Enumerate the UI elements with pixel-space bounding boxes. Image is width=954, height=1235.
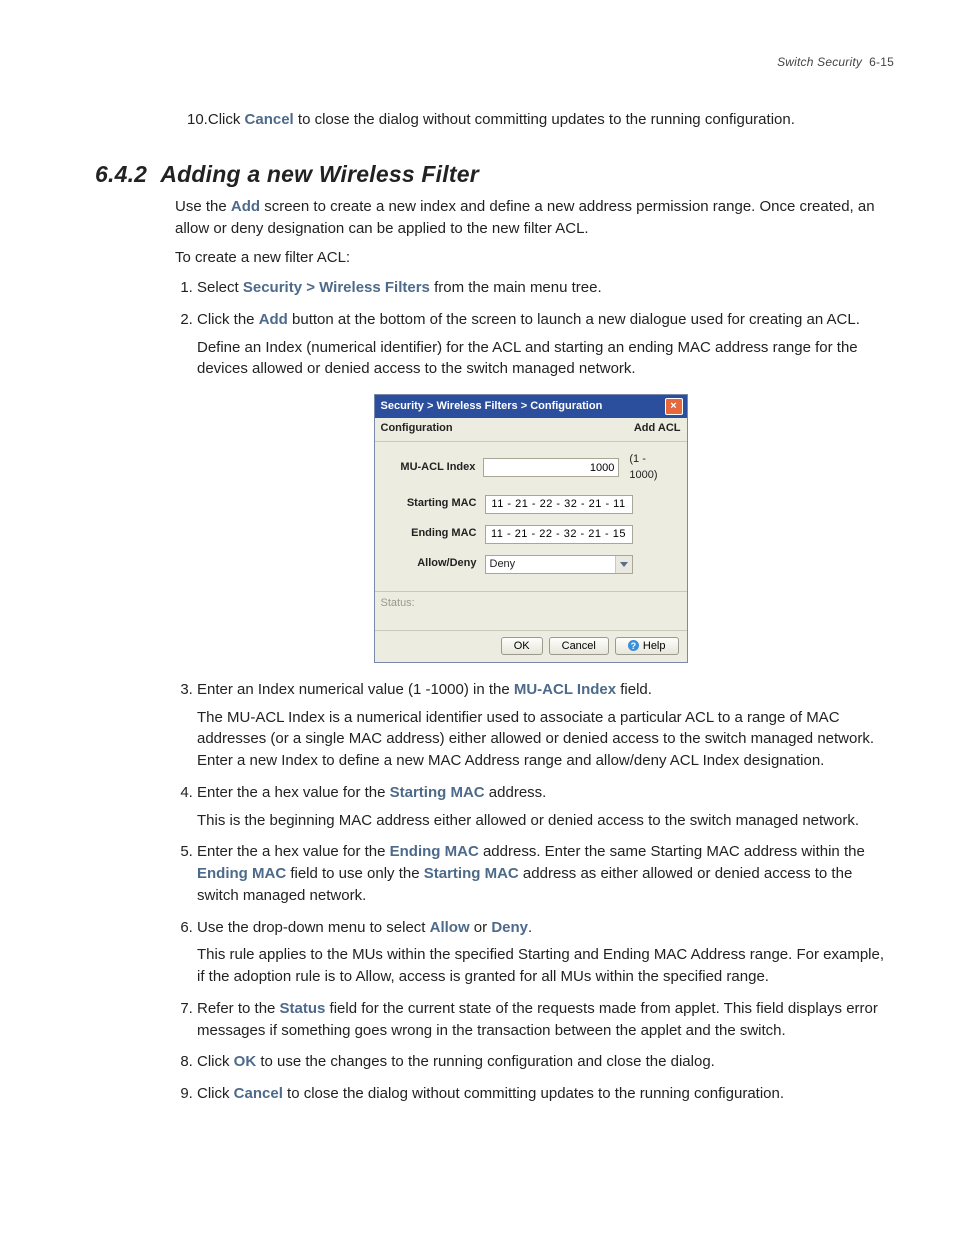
dialog-screenshot: Security > Wireless Filters > Configurat… [167,394,894,663]
dialog-buttons: OK Cancel ? Help [375,630,687,662]
section-heading: 6.4.2 Adding a new Wireless Filter [95,161,894,188]
close-icon[interactable]: × [665,398,683,415]
running-header-title: Switch Security [777,55,862,69]
section-num: 6.4.2 [95,161,147,187]
dialog-titlebar: Security > Wireless Filters > Configurat… [375,395,687,418]
ending-mac-input[interactable] [485,525,633,544]
prior-post: to close the dialog without committing u… [294,111,795,128]
prior-step-10: 10.Click Cancel to close the dialog with… [187,109,894,131]
ui-term: MU-ACL Index [514,681,616,698]
dialog-subheader: Configuration Add ACL [375,418,687,442]
step-7: Refer to the Status field for the curren… [197,998,894,1042]
index-range-hint: (1 - 1000) [619,452,676,484]
add-acl-dialog: Security > Wireless Filters > Configurat… [374,394,688,663]
section-title: Adding a new Wireless Filter [160,161,479,187]
running-header-page: 6-15 [869,55,894,69]
ui-term: Security > Wireless Filters [243,279,430,296]
allow-deny-select[interactable]: Deny [485,555,633,574]
status-label: Status: [381,597,415,609]
step-1: Select Security > Wireless Filters from … [197,277,894,299]
step-8: Click OK to use the changes to the runni… [197,1051,894,1073]
prior-num: 10. [187,111,208,128]
mu-acl-index-label: MU-ACL Index [385,460,484,476]
steps-list: Select Security > Wireless Filters from … [175,277,894,1105]
mu-acl-index-input[interactable] [483,458,619,477]
intro-lead: To create a new filter ACL: [175,247,894,269]
ui-term: Cancel [234,1085,283,1102]
subheader-left: Configuration [381,421,453,437]
starting-mac-label: Starting MAC [385,496,485,512]
running-header: Switch Security 6-15 [95,55,894,69]
allow-deny-label: Allow/Deny [385,556,485,572]
add-label: Add [231,198,260,215]
ui-term: Starting MAC [424,865,519,882]
cancel-button[interactable]: Cancel [549,637,609,655]
chevron-down-icon[interactable] [615,556,632,573]
ui-term: Add [259,311,288,328]
ui-term: Allow [430,919,470,936]
step-4: Enter the a hex value for the Starting M… [197,782,894,832]
ui-term: Status [280,1000,326,1017]
intro-paragraph: Use the Add screen to create a new index… [175,196,894,240]
help-label: Help [643,640,666,652]
step-subpara: This is the beginning MAC address either… [197,810,894,832]
step-2: Click the Add button at the bottom of th… [197,309,894,663]
ending-mac-label: Ending MAC [385,526,485,542]
step-subpara: The MU-ACL Index is a numerical identifi… [197,707,894,772]
subheader-right: Add ACL [634,421,681,437]
step-9: Click Cancel to close the dialog without… [197,1083,894,1105]
ok-button[interactable]: OK [501,637,543,655]
help-icon: ? [628,640,639,651]
allow-deny-value: Deny [486,556,615,573]
ui-term: Starting MAC [390,784,485,801]
cancel-label: Cancel [245,111,294,128]
starting-mac-input[interactable] [485,495,633,514]
ui-term: Ending MAC [390,843,479,860]
ui-term: Ending MAC [197,865,286,882]
step-3: Enter an Index numerical value (1 -1000)… [197,679,894,772]
step-5: Enter the a hex value for the Ending MAC… [197,841,894,906]
step-6: Use the drop-down menu to select Allow o… [197,917,894,988]
step-subpara: This rule applies to the MUs within the … [197,944,894,988]
step-subpara: Define an Index (numerical identifier) f… [197,337,894,381]
dialog-title-text: Security > Wireless Filters > Configurat… [381,399,603,415]
status-field: Status: [375,591,687,630]
ui-term: OK [234,1053,257,1070]
help-button[interactable]: ? Help [615,637,679,655]
prior-pre: Click [208,111,245,128]
ui-term: Deny [491,919,528,936]
